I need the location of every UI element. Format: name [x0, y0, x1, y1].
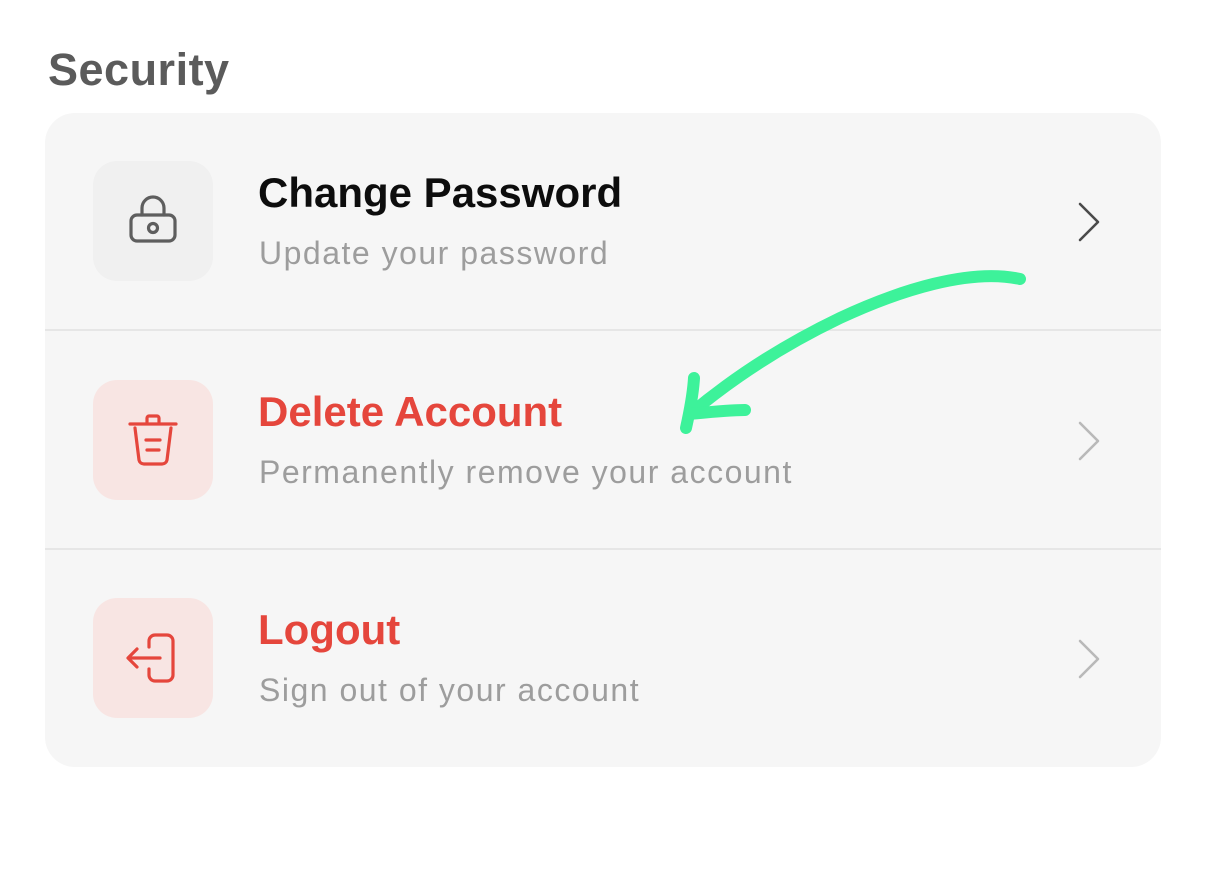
- section-title: Security: [48, 44, 230, 95]
- chevron-right-icon: [1078, 202, 1100, 242]
- delete-account-title: Delete Account: [258, 388, 563, 435]
- logout-icon-box: [93, 598, 213, 718]
- delete-account-subtitle: Permanently remove your account: [259, 454, 793, 490]
- logout-row[interactable]: Logout Sign out of your account: [45, 550, 1161, 767]
- change-password-row[interactable]: Change Password Update your password: [45, 113, 1161, 330]
- logout-title: Logout: [258, 606, 401, 653]
- logout-subtitle: Sign out of your account: [259, 672, 641, 708]
- security-settings-page: Security Change Password Update your pas…: [0, 0, 1206, 879]
- logout-icon: [126, 633, 175, 683]
- chevron-right-icon: [1078, 421, 1100, 461]
- chevron-right-icon: [1078, 639, 1100, 679]
- security-card: Change Password Update your password Del…: [45, 113, 1161, 767]
- change-password-icon-box: [93, 161, 213, 281]
- trash-icon: [128, 414, 178, 466]
- divider: [45, 329, 1161, 331]
- lock-icon: [129, 195, 177, 243]
- change-password-title: Change Password: [258, 169, 623, 216]
- delete-account-icon-box: [93, 380, 213, 500]
- delete-account-row[interactable]: Delete Account Permanently remove your a…: [45, 332, 1161, 549]
- change-password-subtitle: Update your password: [259, 235, 610, 271]
